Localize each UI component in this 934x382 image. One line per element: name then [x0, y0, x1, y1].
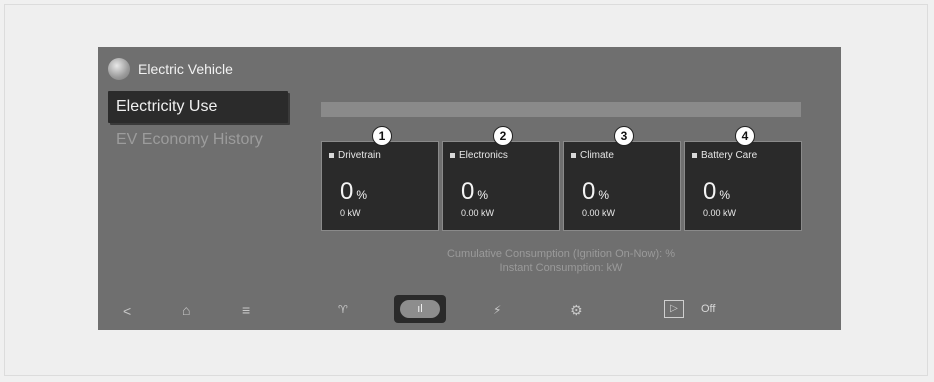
menu-icon[interactable]: ≡: [242, 302, 250, 318]
back-icon[interactable]: <: [123, 303, 131, 319]
card-percent: 0%: [340, 178, 368, 205]
bullet-icon: [329, 153, 334, 158]
bullet-icon: [692, 153, 697, 158]
ev-screen: Electric Vehicle Electricity Use EV Econ…: [98, 47, 841, 330]
globe-icon: [108, 58, 130, 80]
bar-chart-icon: ıl: [400, 300, 440, 318]
card-percent: 0%: [461, 178, 489, 205]
card-power: 0.00 kW: [461, 208, 495, 218]
callout-badge: 1: [372, 126, 392, 146]
card-label: Battery Care: [701, 150, 758, 161]
energy-flow-button[interactable]: ıl: [394, 295, 446, 323]
menu-item-ev-economy-history[interactable]: EV Economy History: [116, 131, 263, 149]
card-label: Climate: [580, 150, 614, 161]
callout-badge: 4: [735, 126, 755, 146]
bullet-icon: [571, 153, 576, 158]
cumulative-consumption-text: Cumulative Consumption (Ignition On-Now)…: [446, 248, 676, 260]
instant-consumption-text: Instant Consumption: kW: [499, 262, 623, 274]
bullet-icon: [450, 153, 455, 158]
card-label: Drivetrain: [338, 150, 381, 161]
card-electronics: 2 Electronics 0% 0.00 kW: [442, 126, 560, 231]
eco-leaf-icon[interactable]: ♈: [338, 303, 348, 316]
card-label: Electronics: [459, 150, 508, 161]
off-label: Off: [701, 303, 716, 315]
callout-badge: 2: [493, 126, 513, 146]
screen-title: Electric Vehicle: [138, 61, 233, 77]
card-power: 0 kW: [340, 208, 361, 218]
card-percent: 0%: [703, 178, 731, 205]
screen-header: Electric Vehicle: [108, 58, 233, 80]
card-percent: 0%: [582, 178, 610, 205]
card-power: 0.00 kW: [703, 208, 737, 218]
card-climate: 3 Climate 0% 0.00 kW: [563, 126, 681, 231]
card-power: 0.00 kW: [582, 208, 616, 218]
callout-badge: 3: [614, 126, 634, 146]
card-battery-care: 4 Battery Care 0% 0.00 kW: [684, 126, 802, 231]
consumption-cards: 1 Drivetrain 0% 0 kW 2 Electronics 0% 0.…: [321, 126, 805, 231]
card-drivetrain: 1 Drivetrain 0% 0 kW: [321, 126, 439, 231]
charging-plug-icon[interactable]: ⚡: [493, 303, 501, 317]
menu-item-electricity-use[interactable]: Electricity Use: [108, 91, 288, 123]
play-icon[interactable]: ▷: [664, 300, 684, 318]
progress-bar: [321, 102, 801, 117]
home-icon[interactable]: ⌂: [182, 302, 190, 318]
settings-gear-icon[interactable]: ⚙: [570, 302, 583, 319]
